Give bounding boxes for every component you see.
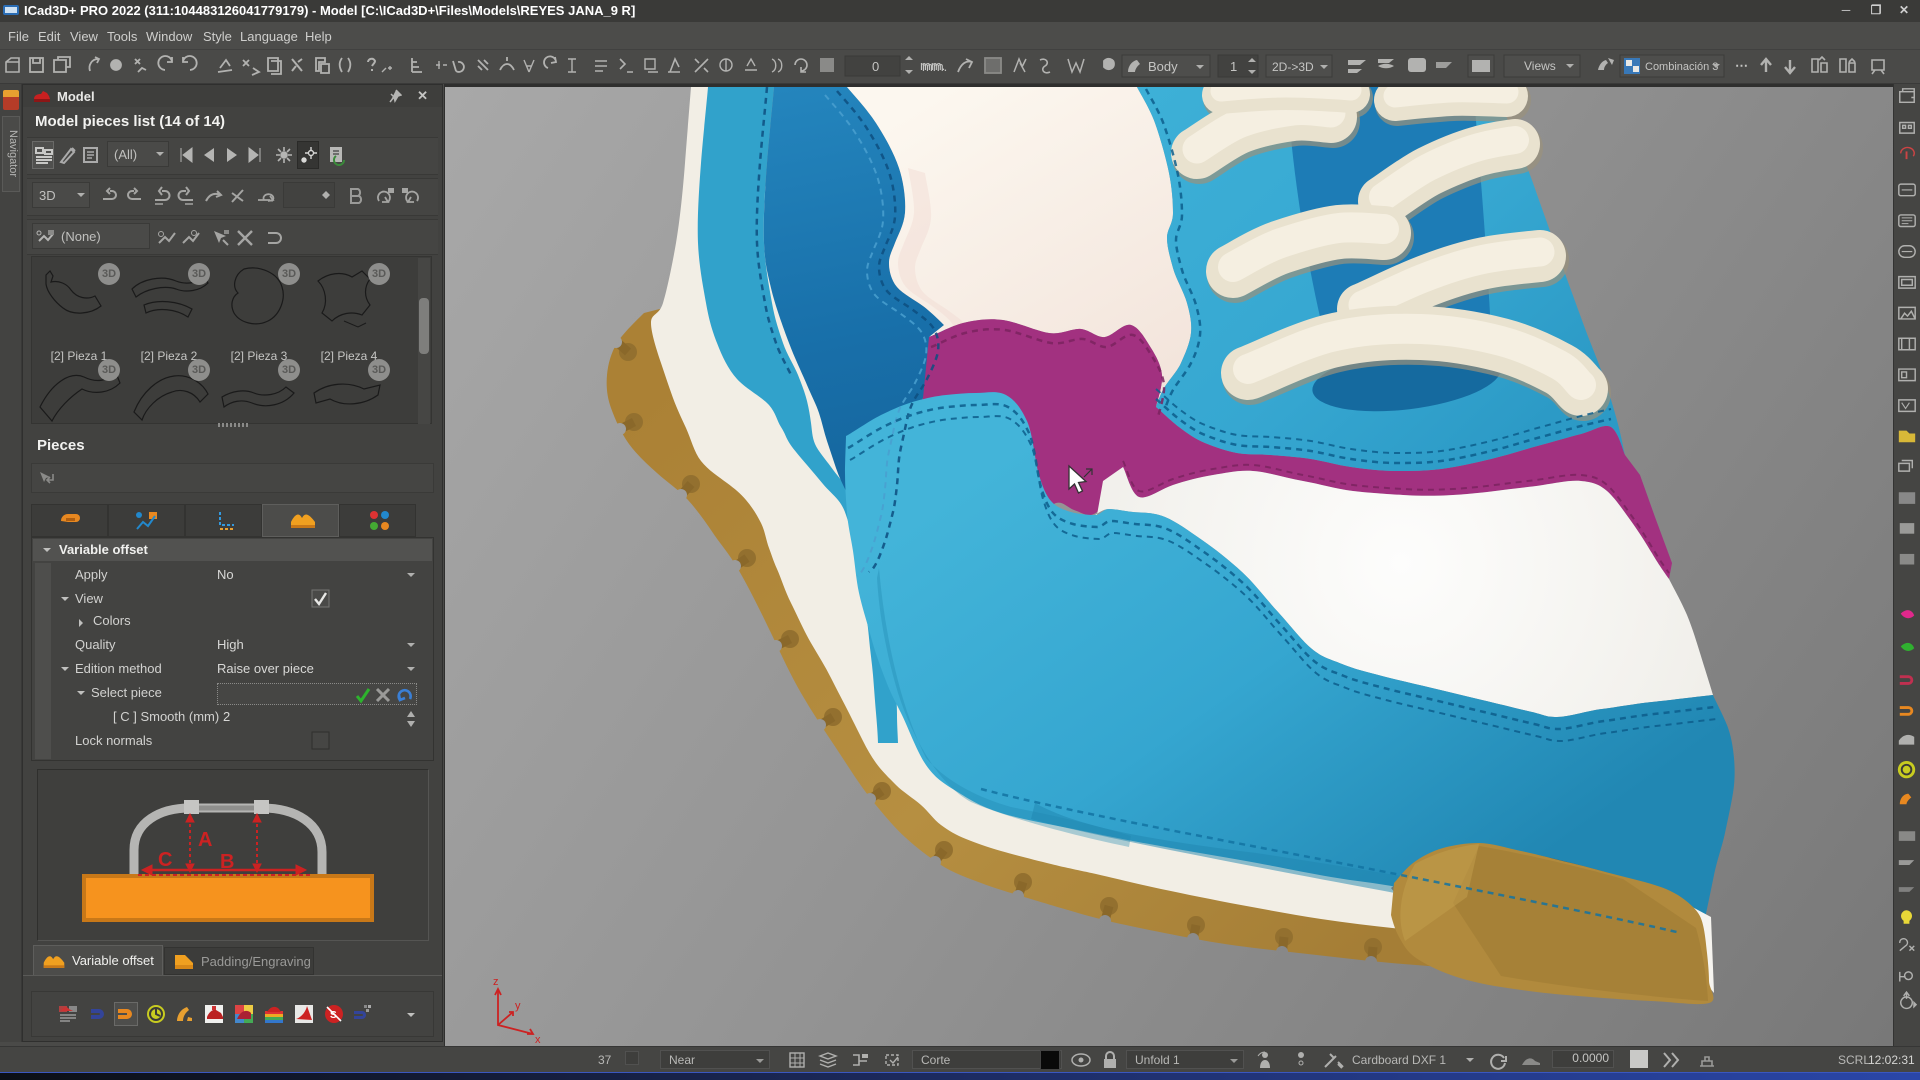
svg-text:A: A <box>198 829 212 851</box>
svg-text:mm.: mm. <box>922 59 947 74</box>
svg-text:z: z <box>493 976 499 988</box>
svg-text:2D->3D: 2D->3D <box>1272 60 1314 74</box>
svg-text:B: B <box>220 851 234 873</box>
svg-text:Combinación 3: Combinación 3 <box>1645 61 1718 73</box>
svg-text:Views: Views <box>1524 59 1556 73</box>
svg-text:⋯: ⋯ <box>1735 58 1748 73</box>
svg-text:C: C <box>158 849 172 871</box>
svg-text:0: 0 <box>872 59 879 74</box>
svg-text:Body: Body <box>1148 59 1178 74</box>
svg-text:1: 1 <box>1230 59 1237 74</box>
svg-text:x: x <box>535 1034 541 1046</box>
svg-text:y: y <box>515 1000 521 1012</box>
